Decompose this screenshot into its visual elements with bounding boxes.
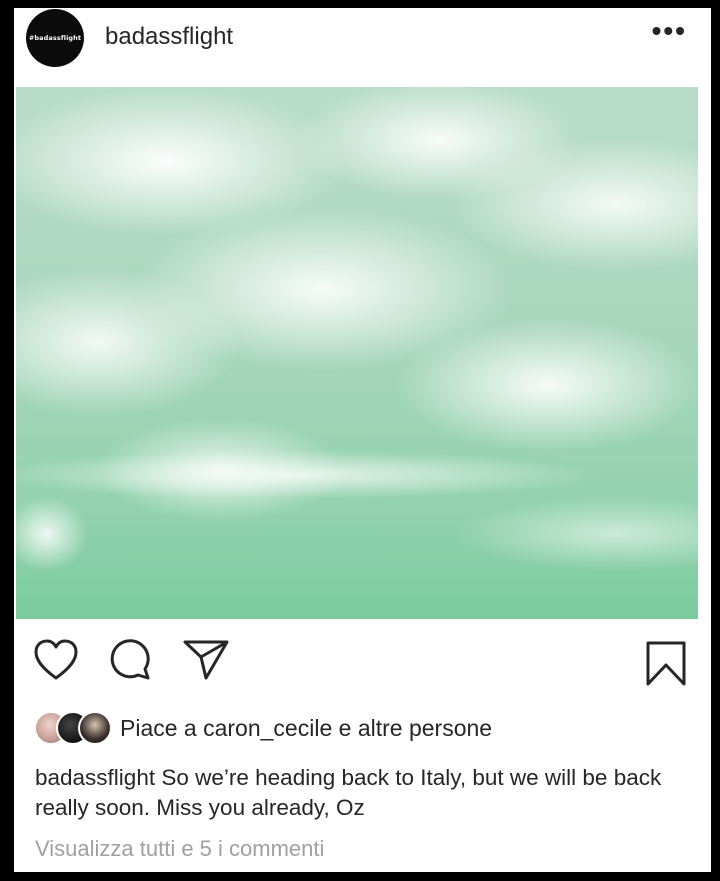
comment-icon[interactable]	[108, 636, 154, 687]
share-send-icon[interactable]	[182, 637, 230, 686]
likes-text: Piace a caron_cecile e altre persone	[120, 715, 492, 742]
likes-row: Piace a caron_cecile e altre persone	[34, 708, 694, 748]
avatar-text: #badassflight	[28, 34, 82, 42]
post-image[interactable]	[16, 87, 698, 619]
other-likers-link[interactable]: altre persone	[358, 715, 492, 741]
more-options-icon[interactable]: •••	[652, 17, 687, 45]
likes-connector: e	[338, 714, 352, 741]
likes-prefix: Piace a	[120, 714, 197, 741]
liker-username[interactable]: caron_cecile	[203, 715, 332, 741]
post-header: #badassflight badassflight •••	[14, 8, 711, 78]
view-comments-link[interactable]: Visualizza tutti e 5 i commenti	[35, 836, 324, 862]
bookmark-icon[interactable]	[644, 640, 688, 693]
username[interactable]: badassflight	[105, 23, 233, 51]
foam-layer	[16, 447, 698, 517]
instagram-post: #badassflight badassflight ••• Piace a c…	[14, 8, 711, 872]
avatar[interactable]: #badassflight	[26, 9, 84, 67]
avatar[interactable]	[78, 711, 112, 745]
caption-author[interactable]: badassflight	[35, 765, 155, 790]
caption: badassflight So we’re heading back to It…	[35, 763, 685, 823]
action-bar	[14, 628, 711, 698]
heart-icon[interactable]	[32, 638, 80, 687]
liker-avatars[interactable]	[34, 711, 112, 745]
foam-layer	[16, 489, 116, 579]
